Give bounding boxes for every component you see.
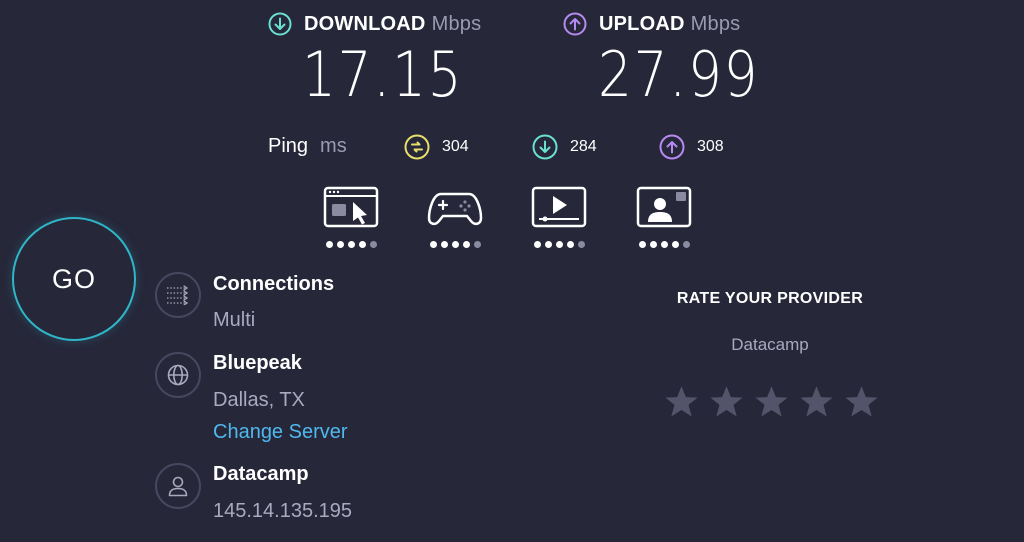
ping-upload-value: 308 <box>697 138 724 155</box>
rate-provider-name: Datacamp <box>731 335 809 354</box>
upload-header: UPLOAD Mbps <box>563 12 740 36</box>
provider-title: Datacamp <box>213 463 309 485</box>
rating-video-chat <box>636 186 692 248</box>
rating-dots <box>636 241 692 248</box>
star-icon-5[interactable] <box>844 384 879 419</box>
provider-ip: 145.14.135.195 <box>213 500 353 522</box>
ping-download: 284 <box>532 134 597 160</box>
rating-video-streaming <box>531 186 587 248</box>
ping-idle-value: 304 <box>442 138 469 155</box>
connections-value[interactable]: Multi <box>213 309 255 332</box>
ping-idle: 304 <box>404 134 469 160</box>
download-header: DOWNLOAD Mbps <box>268 12 481 36</box>
server-location: Dallas, TX <box>213 389 305 411</box>
server-title: Bluepeak <box>213 352 302 374</box>
download-label: DOWNLOAD <box>304 12 426 35</box>
upload-value: 27.99 <box>598 38 760 111</box>
arrow-up-circle-icon <box>563 12 587 36</box>
ping-label-group: Ping ms <box>268 135 347 158</box>
star-rating <box>664 384 879 419</box>
go-button[interactable]: GO <box>12 217 136 341</box>
web-browsing-icon <box>323 186 379 228</box>
star-icon-4[interactable] <box>799 384 834 419</box>
video-streaming-icon <box>531 186 587 228</box>
rating-gaming <box>427 186 483 248</box>
arrow-down-circle-icon <box>268 12 292 36</box>
ping-label: Ping <box>268 135 309 157</box>
rating-web-browsing <box>323 186 379 248</box>
ping-download-value: 284 <box>570 138 597 155</box>
user-icon <box>155 463 201 509</box>
arrow-up-circle-icon <box>659 134 685 160</box>
rate-provider-title: RATE YOUR PROVIDER <box>676 290 864 307</box>
star-icon-3[interactable] <box>754 384 789 419</box>
arrow-down-circle-icon <box>532 134 558 160</box>
video-chat-icon <box>636 186 692 228</box>
upload-label: UPLOAD <box>599 12 685 35</box>
ping-upload: 308 <box>659 134 724 160</box>
star-icon-2[interactable] <box>709 384 744 419</box>
upload-unit: Mbps <box>690 12 741 35</box>
ping-unit: ms <box>320 135 347 157</box>
download-unit: Mbps <box>431 12 482 35</box>
connections-title: Connections <box>213 273 335 295</box>
connections-icon[interactable] <box>155 272 201 318</box>
globe-icon <box>155 352 201 398</box>
rating-dots <box>323 241 379 248</box>
rating-dots <box>427 241 483 248</box>
download-value: 17.15 <box>302 38 464 111</box>
change-server-link[interactable]: Change Server <box>213 421 348 444</box>
star-icon-1[interactable] <box>664 384 699 419</box>
rating-dots <box>531 241 587 248</box>
gaming-icon <box>427 192 483 226</box>
ping-idle-icon <box>404 134 430 160</box>
